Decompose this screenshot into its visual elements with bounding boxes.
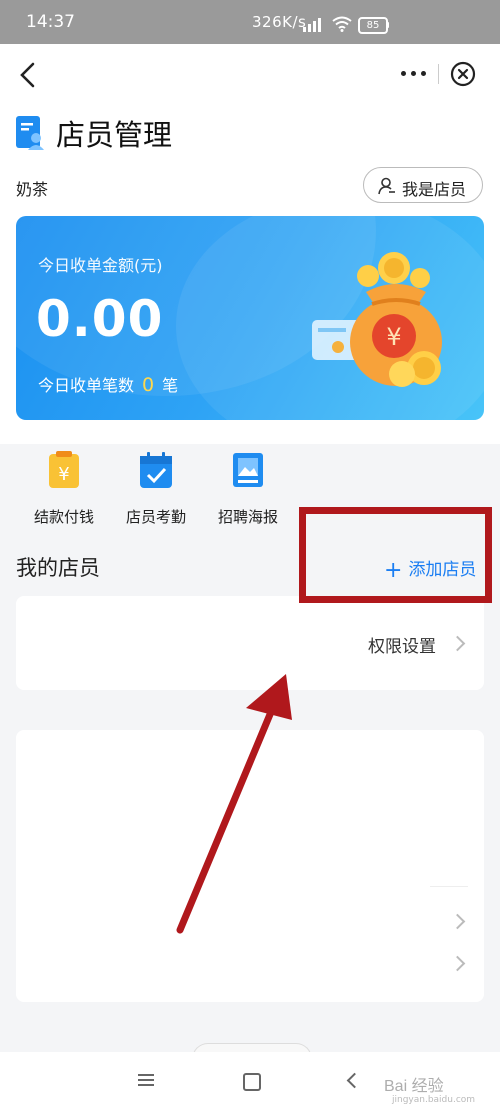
calendar-check-icon [140, 452, 172, 488]
back-button[interactable] [14, 58, 44, 92]
watermark-logo: Bai 经验 [384, 1078, 444, 1095]
wifi-icon [332, 16, 352, 32]
order-count-row: 今日收单笔数 0 笔 [38, 372, 178, 396]
permission-settings-label: 权限设置 [368, 637, 436, 657]
battery-icon: 85 [358, 17, 388, 34]
back-arrow-icon [20, 62, 35, 88]
order-count-label: 今日收单笔数 [38, 376, 135, 395]
header-divider [438, 64, 439, 84]
pointer-arrow-icon [176, 674, 292, 934]
recruit-poster-button[interactable]: 招聘海报 [208, 450, 288, 530]
status-bar: 14:37 326K/s 85 [0, 0, 500, 44]
status-time: 14:37 [26, 12, 75, 32]
menu-icon[interactable] [138, 1072, 156, 1088]
chevron-right-icon[interactable] [449, 955, 466, 972]
home-icon[interactable] [243, 1073, 261, 1091]
chevron-right-icon [449, 635, 466, 652]
user-icon [378, 177, 395, 195]
settle-payment-label: 结款付钱 [33, 508, 94, 526]
svg-text:¥: ¥ [386, 323, 401, 351]
my-staff-title: 我的店员 [16, 556, 100, 580]
battery-cap [386, 22, 389, 28]
order-count-unit: 笔 [162, 376, 179, 395]
watermark-url: jingyan.baidu.com [392, 1095, 476, 1105]
today-summary-card: 今日收单金额(元) 0.00 今日收单笔数 0 笔 ¥ [16, 216, 484, 420]
close-button[interactable] [450, 61, 476, 87]
wallet-yuan-icon: ¥ [49, 451, 79, 488]
settle-payment-button[interactable]: ¥ 结款付钱 [24, 450, 104, 530]
svg-text:¥: ¥ [58, 464, 69, 485]
recruit-poster-label: 招聘海报 [217, 508, 278, 526]
network-speed: 326K/s [252, 13, 307, 31]
staff-attendance-button[interactable]: 店员考勤 [116, 450, 196, 530]
order-count-value: 0 [142, 374, 155, 396]
amount-label: 今日收单金额(元) [38, 256, 163, 275]
i-am-staff-label: 我是店员 [402, 180, 467, 199]
staff-card-icon [16, 116, 44, 150]
highlight-box [299, 507, 492, 603]
page-title: 店员管理 [56, 118, 173, 152]
shop-name: 奶茶 [16, 180, 49, 199]
close-circle-icon [450, 61, 476, 87]
signal-icon [303, 18, 321, 32]
more-options-button[interactable] [398, 62, 430, 86]
money-bag-icon: ¥ [312, 252, 442, 387]
staff-attendance-label: 店员考勤 [125, 508, 186, 526]
poster-icon [233, 453, 263, 487]
amount-value: 0.00 [36, 290, 164, 348]
list-divider [430, 886, 468, 887]
chevron-right-icon[interactable] [449, 913, 466, 930]
i-am-staff-button[interactable]: 我是店员 [363, 167, 483, 203]
